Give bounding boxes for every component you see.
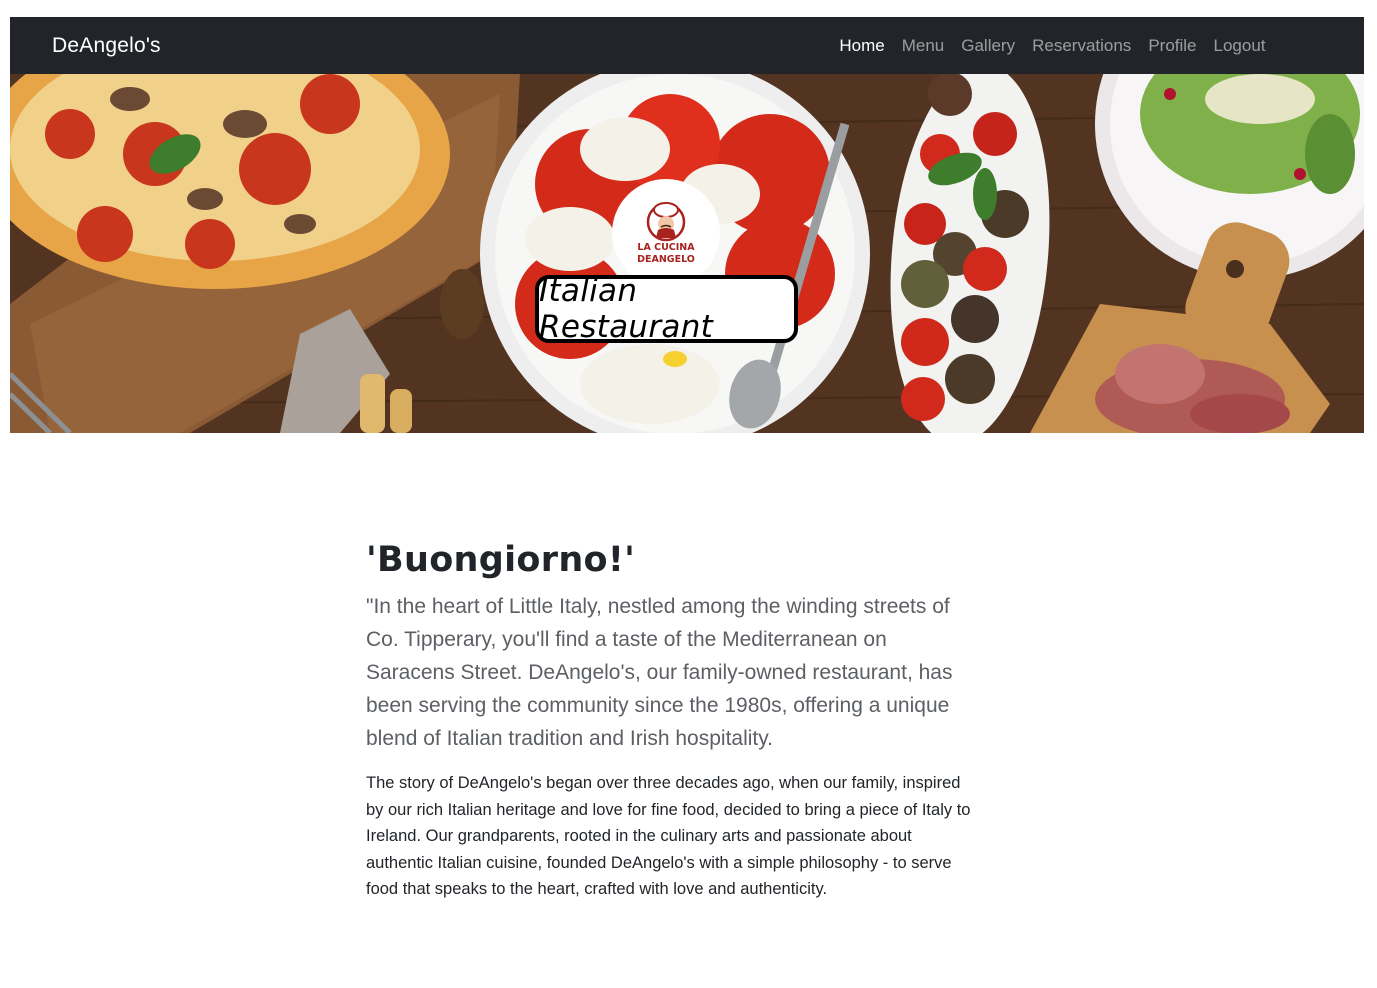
nav-link-home[interactable]: Home bbox=[831, 36, 893, 56]
logo-line2: DEANGELO bbox=[637, 254, 695, 265]
nav-link-menu[interactable]: Menu bbox=[893, 36, 953, 56]
brand-link[interactable]: DeAngelo's bbox=[52, 34, 161, 58]
restaurant-logo: LA CUCINA DEANGELO bbox=[612, 179, 720, 287]
greeting-heading: 'Buongiorno!' bbox=[366, 540, 636, 580]
nav-link-reservations[interactable]: Reservations bbox=[1024, 36, 1140, 56]
nav-link-gallery[interactable]: Gallery bbox=[953, 36, 1024, 56]
hero-banner: LA CUCINA DEANGELO Italian Restaurant bbox=[10, 74, 1364, 433]
nav-links: Home Menu Gallery Reservations Profile L… bbox=[831, 36, 1274, 56]
logo-line1: LA CUCINA bbox=[637, 242, 695, 253]
hero-tagline-box: Italian Restaurant bbox=[535, 273, 798, 345]
intro-section: 'Buongiorno!' "In the heart of Little It… bbox=[366, 540, 976, 903]
nav-link-profile[interactable]: Profile bbox=[1140, 36, 1205, 56]
chef-icon bbox=[646, 202, 686, 242]
nav-link-logout[interactable]: Logout bbox=[1205, 36, 1274, 56]
navbar: DeAngelo's Home Menu Gallery Reservation… bbox=[10, 17, 1364, 74]
hero-tagline: Italian Restaurant bbox=[539, 273, 714, 345]
page-frame: DeAngelo's Home Menu Gallery Reservation… bbox=[10, 17, 1364, 433]
intro-lead: "In the heart of Little Italy, nestled a… bbox=[366, 595, 953, 750]
story-paragraph: The story of DeAngelo's began over three… bbox=[366, 774, 971, 898]
